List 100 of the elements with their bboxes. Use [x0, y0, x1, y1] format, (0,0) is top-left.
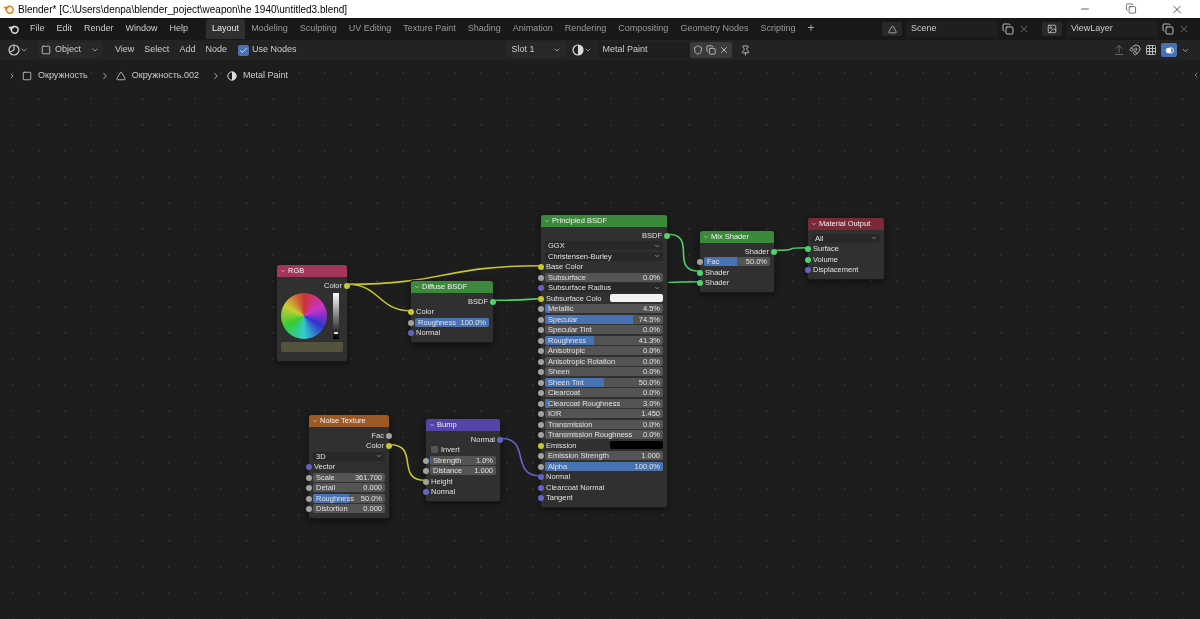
node-socket[interactable]: [306, 506, 312, 512]
workspace-tab[interactable]: Shading: [461, 19, 507, 39]
node-socket[interactable]: [423, 489, 429, 495]
node-socket[interactable]: [408, 319, 414, 326]
node-socket[interactable]: [538, 369, 544, 375]
add-workspace-button[interactable]: +: [801, 19, 821, 39]
menu-item[interactable]: Window: [119, 22, 164, 36]
menu-item[interactable]: Render: [78, 22, 120, 36]
workspace-tab[interactable]: Geometry Nodes: [674, 19, 755, 39]
slot-dropdown[interactable]: Slot 1: [506, 42, 567, 58]
parent-node-icon[interactable]: [1113, 44, 1125, 56]
menu-item[interactable]: File: [24, 22, 51, 36]
node-socket[interactable]: [538, 400, 544, 407]
value-slider[interactable]: [333, 292, 339, 339]
node-socket[interactable]: [497, 436, 503, 443]
scene-icon[interactable]: [882, 22, 902, 36]
checkbox[interactable]: [431, 446, 438, 454]
node-socket[interactable]: [538, 264, 544, 270]
magnet-icon[interactable]: [1129, 44, 1141, 56]
node-socket[interactable]: [306, 485, 312, 491]
collapse-icon[interactable]: [811, 221, 817, 227]
node-socket[interactable]: [538, 411, 544, 417]
menu-item[interactable]: Node: [200, 43, 232, 57]
logo-icon[interactable]: [8, 23, 20, 35]
workspace-tab[interactable]: Modeling: [245, 19, 294, 39]
workspace-tab[interactable]: Animation: [506, 19, 559, 39]
node-socket[interactable]: [538, 453, 544, 459]
node-socket[interactable]: [538, 495, 544, 501]
color-wheel[interactable]: [281, 292, 327, 339]
node-socket[interactable]: [490, 298, 496, 305]
node-socket[interactable]: [538, 463, 544, 470]
color-swatch[interactable]: [610, 441, 663, 450]
menu-item[interactable]: Select: [139, 43, 175, 57]
node-socket[interactable]: [423, 478, 429, 485]
node-socket[interactable]: [538, 306, 544, 312]
workspace-tab[interactable]: Sculpting: [293, 19, 343, 39]
material-browse-button[interactable]: [572, 44, 593, 56]
color-swatch[interactable]: [281, 341, 343, 352]
node-socket[interactable]: [697, 280, 703, 286]
node-socket[interactable]: [538, 316, 544, 323]
node-socket[interactable]: [344, 282, 350, 289]
color-swatch[interactable]: [610, 294, 663, 303]
checkbox[interactable]: [237, 44, 249, 56]
node-socket[interactable]: [538, 358, 544, 365]
slider-thumb[interactable]: [334, 331, 338, 334]
close-icon[interactable]: [1018, 23, 1030, 35]
node-socket[interactable]: [538, 327, 544, 333]
node-socket[interactable]: [697, 269, 703, 276]
node-socket[interactable]: [538, 421, 544, 428]
sidebar-toggle-icon[interactable]: [1192, 70, 1200, 80]
node-socket[interactable]: [664, 232, 670, 239]
scene-field[interactable]: Scene: [906, 21, 998, 37]
menu-item[interactable]: View: [110, 43, 140, 57]
duplicate-icon[interactable]: [1162, 23, 1174, 35]
workspace-tab[interactable]: Layout: [206, 19, 246, 39]
view-layer-icon[interactable]: [1042, 22, 1062, 36]
node-socket[interactable]: [386, 443, 392, 449]
shader-node[interactable]: [540, 214, 668, 508]
node-socket[interactable]: [697, 259, 703, 265]
menu-item[interactable]: Add: [174, 43, 201, 57]
node-socket[interactable]: [538, 379, 544, 386]
close-icon[interactable]: [719, 45, 730, 55]
node-socket[interactable]: [423, 457, 429, 464]
workspace-tab[interactable]: Texture Paint: [397, 19, 462, 39]
node-socket[interactable]: [538, 474, 544, 480]
node-socket[interactable]: [805, 256, 811, 263]
node-socket[interactable]: [538, 295, 544, 302]
node-socket[interactable]: [538, 432, 544, 438]
shield-icon[interactable]: [693, 45, 704, 55]
overlay-button[interactable]: [1161, 43, 1177, 57]
node-socket[interactable]: [538, 274, 544, 281]
node-socket[interactable]: [805, 246, 811, 252]
node-socket[interactable]: [386, 432, 392, 439]
workspace-tab[interactable]: Compositing: [612, 19, 675, 39]
node-socket[interactable]: [408, 330, 414, 336]
node-socket[interactable]: [538, 442, 544, 449]
node-socket[interactable]: [538, 390, 544, 396]
workspace-tab[interactable]: Scripting: [754, 19, 802, 39]
node-socket[interactable]: [538, 348, 544, 354]
node-socket[interactable]: [538, 337, 544, 344]
node-socket[interactable]: [771, 248, 777, 255]
duplicate-icon[interactable]: [1002, 23, 1014, 35]
material-field[interactable]: Metal Paint: [598, 42, 691, 58]
workspace-tab[interactable]: UV Editing: [342, 19, 398, 39]
view-layer-field[interactable]: ViewLayer: [1066, 21, 1158, 37]
node-socket[interactable]: [805, 267, 811, 273]
node-socket[interactable]: [408, 309, 414, 315]
use-nodes-checkbox[interactable]: Use Nodes: [237, 43, 297, 57]
node-socket[interactable]: [423, 468, 429, 474]
node-socket[interactable]: [306, 474, 312, 481]
node-socket[interactable]: [306, 464, 312, 470]
snap-icon[interactable]: [1145, 44, 1157, 56]
node-socket[interactable]: [306, 495, 312, 502]
workspace-tab[interactable]: Rendering: [558, 19, 613, 39]
close-icon[interactable]: [1178, 23, 1190, 35]
duplicate-icon[interactable]: [706, 45, 717, 55]
pin-icon[interactable]: [740, 44, 752, 56]
node-socket[interactable]: [538, 285, 544, 291]
menu-item[interactable]: Edit: [50, 22, 79, 36]
mode-dropdown[interactable]: Object: [38, 42, 102, 58]
